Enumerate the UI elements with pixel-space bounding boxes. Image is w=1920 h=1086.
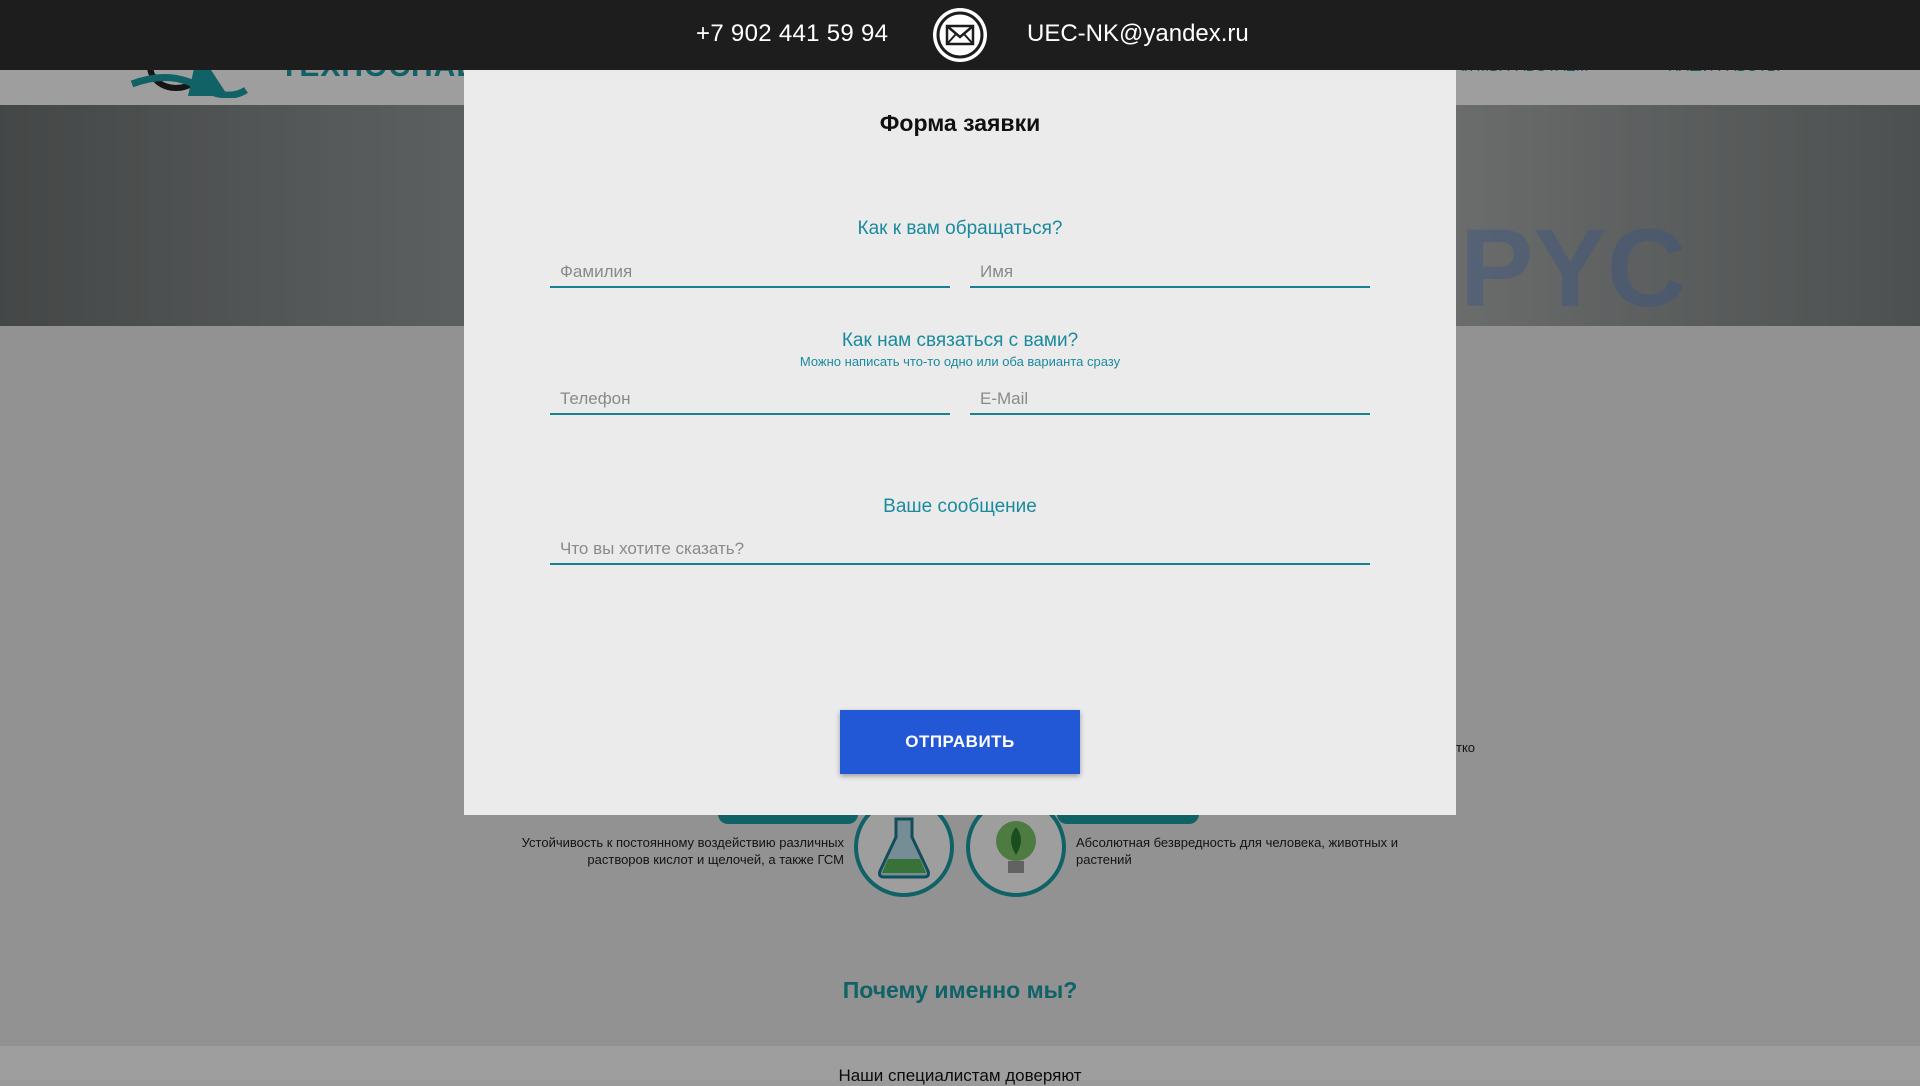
surname-input[interactable] bbox=[550, 258, 950, 288]
email-input[interactable] bbox=[970, 385, 1370, 415]
contact-bar: +7 902 441 59 94 UEC-NK@yandex.ru bbox=[0, 0, 1920, 70]
name-section-title: Как к вам обращаться? bbox=[857, 218, 1063, 239]
phone-link[interactable]: +7 902 441 59 94 bbox=[696, 20, 888, 48]
request-form-modal: Форма заявки Как к вам обращаться? Как н… bbox=[464, 70, 1456, 815]
email-link[interactable]: UEC-NK@yandex.ru bbox=[1027, 20, 1249, 48]
message-input[interactable] bbox=[550, 535, 1370, 565]
message-section-title: Ваше сообщение bbox=[883, 496, 1037, 517]
phone-input[interactable] bbox=[550, 385, 950, 415]
mail-icon[interactable] bbox=[933, 8, 987, 62]
submit-button[interactable]: ОТПРАВИТЬ bbox=[840, 710, 1080, 774]
contact-section-subtitle: Можно написать что-то одно или оба вариа… bbox=[799, 354, 1121, 369]
contact-section-title: Как нам связаться с вами? bbox=[841, 330, 1079, 351]
modal-title: Форма заявки bbox=[879, 110, 1041, 136]
name-input[interactable] bbox=[970, 258, 1370, 288]
